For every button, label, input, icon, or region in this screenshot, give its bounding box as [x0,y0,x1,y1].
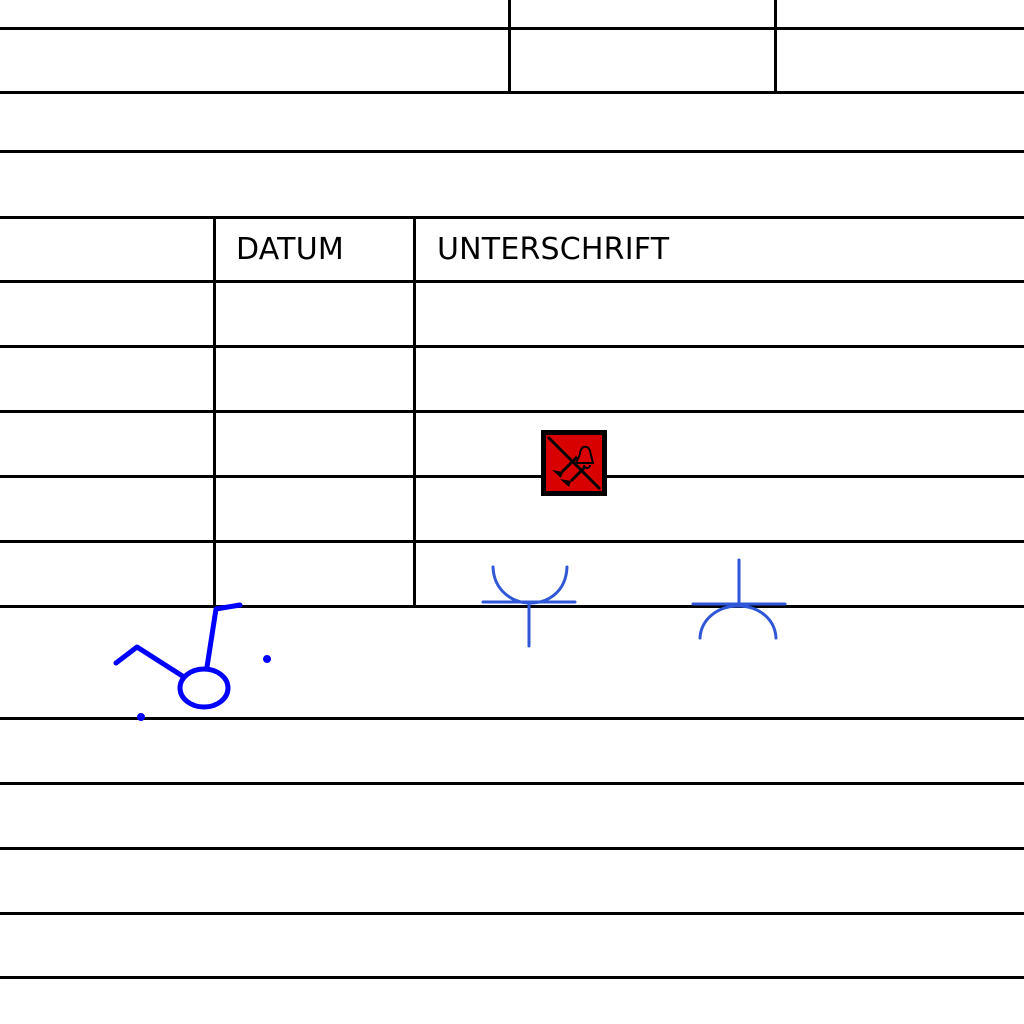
crossed-out-bell-alarm-icon [541,430,607,496]
table-row-rule [0,410,1024,413]
signature-mark-left [113,602,271,721]
date-column-left-divider [213,216,216,608]
signature-column-left-divider [413,216,416,608]
date-header: DATUM [236,232,344,267]
top-rule-1 [0,27,1024,30]
status-icon-layer [541,430,607,496]
table-row-rule [0,475,1024,478]
table-row-rule [0,345,1024,348]
top-rule-2 [0,91,1024,94]
signature-mark-right [691,558,787,640]
lower-rule-3 [0,847,1024,850]
handwritten-marks-layer [113,558,787,721]
lower-rule-5 [0,976,1024,979]
lower-rule-4 [0,912,1024,915]
signature-header: UNTERSCHRIFT [437,232,670,267]
form-page: DATUM UNTERSCHRIFT [0,0,1024,1024]
top-rule-3 [0,150,1024,153]
top-column-divider-2 [774,0,777,93]
table-bottom-rule [0,605,1024,608]
top-column-divider-1 [508,0,511,93]
lower-rule-2 [0,782,1024,785]
table-row-rule [0,540,1024,543]
lower-rule-1 [0,717,1024,720]
